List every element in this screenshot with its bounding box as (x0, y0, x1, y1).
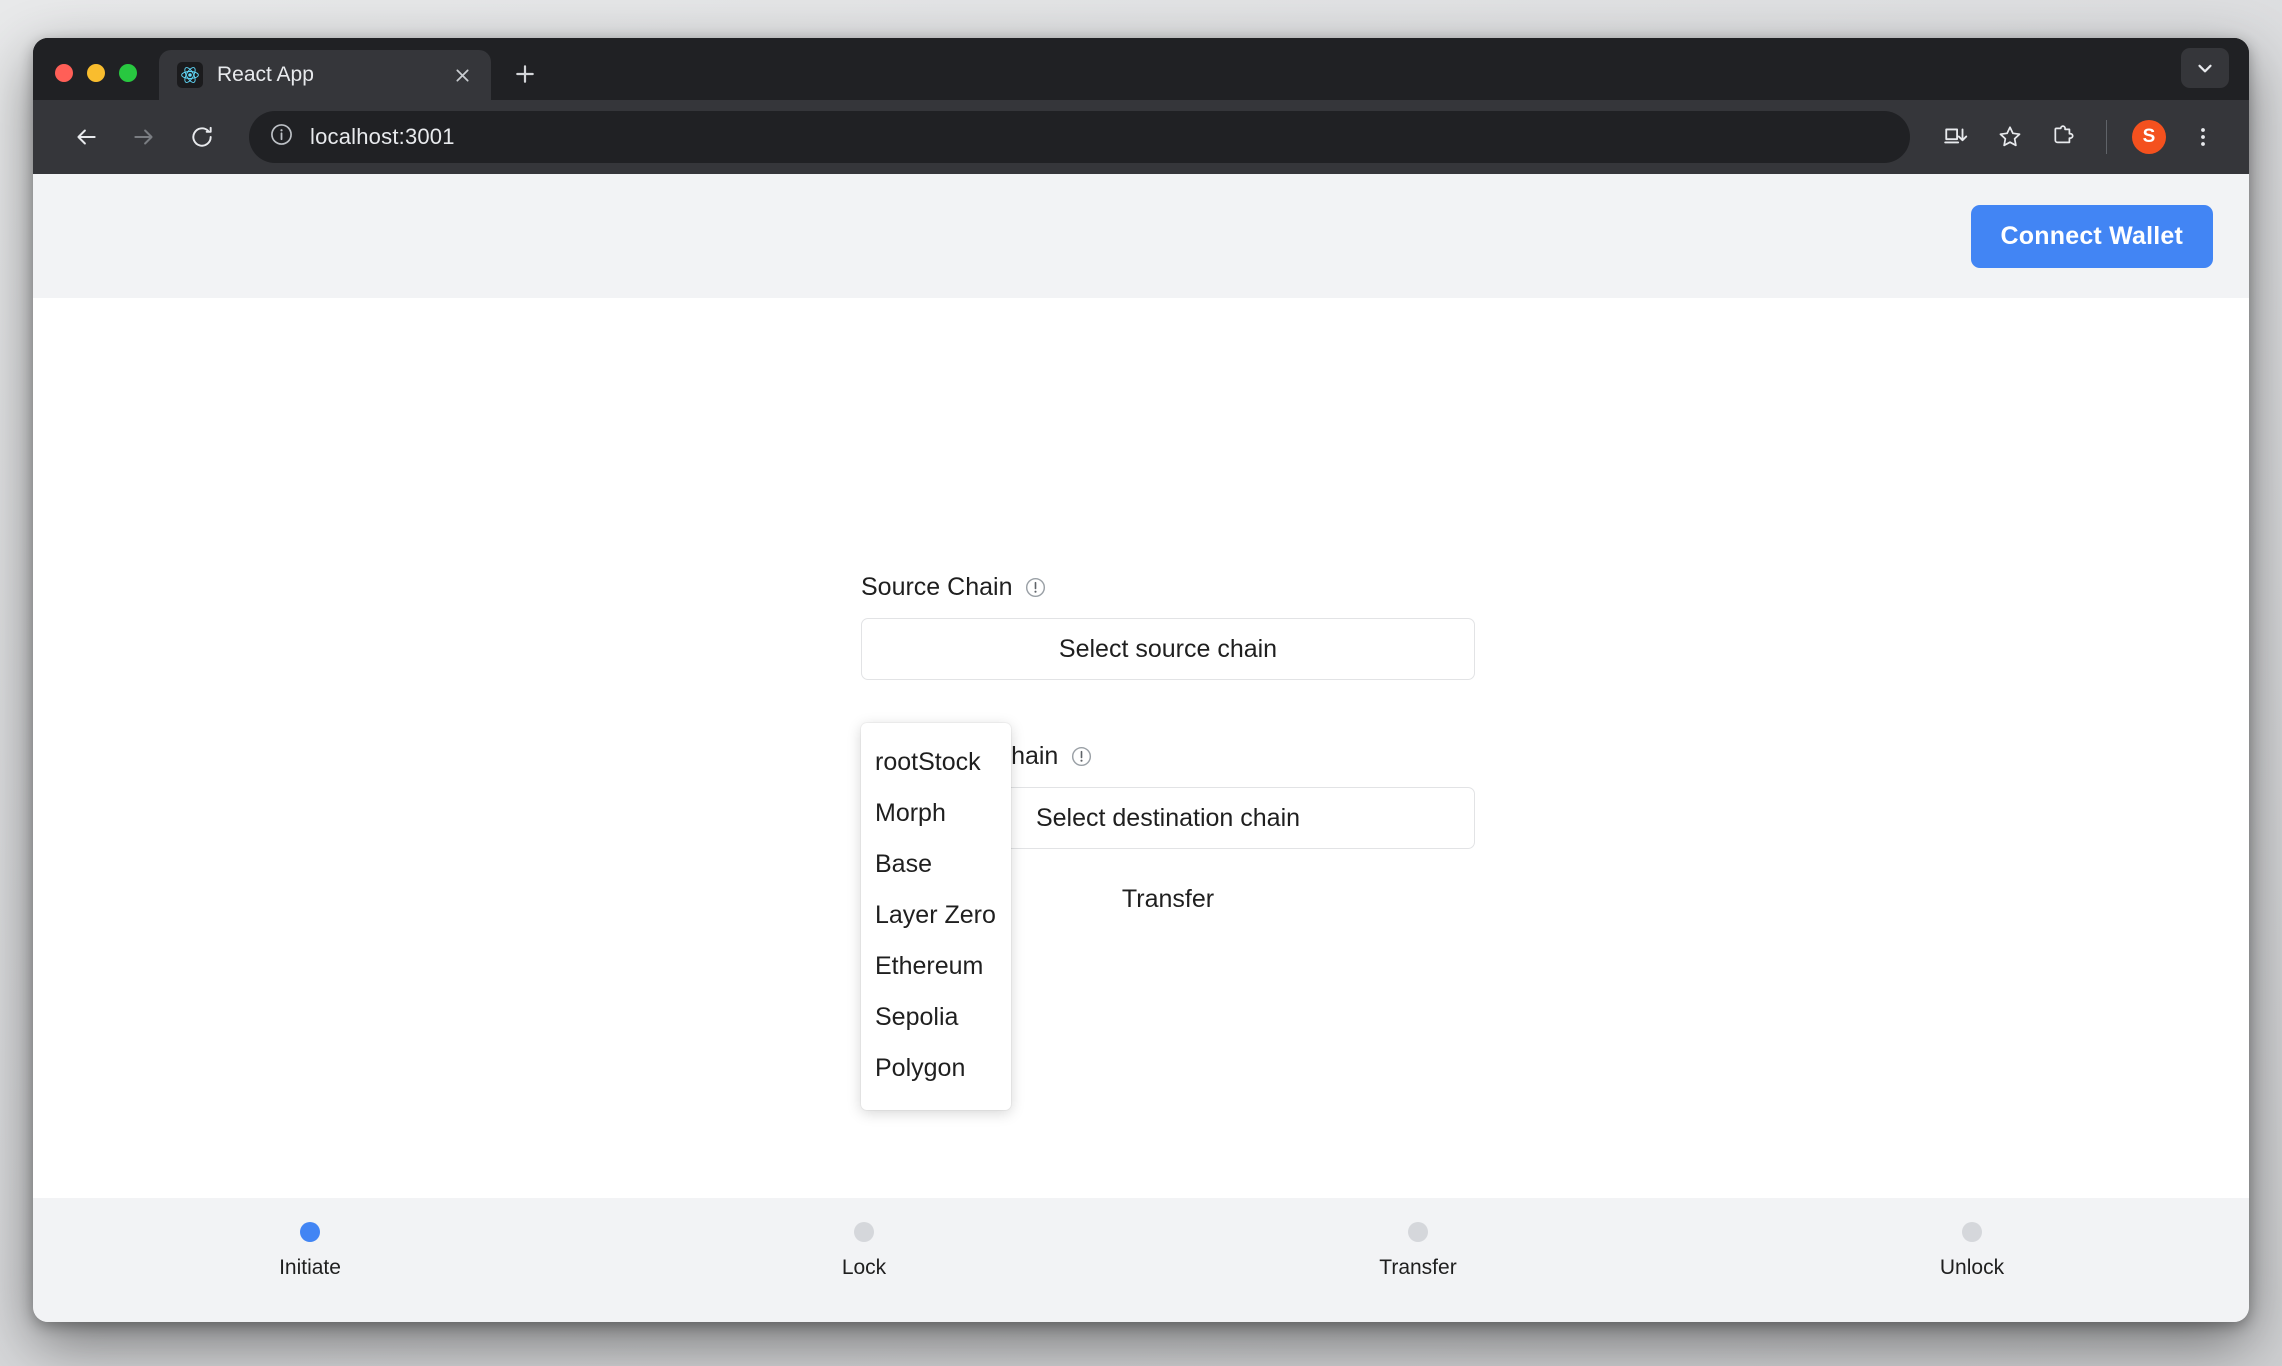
address-bar-url: localhost:3001 (310, 124, 455, 149)
browser-tab-strip: React App (33, 38, 2249, 100)
extensions-puzzle-icon[interactable] (2040, 113, 2088, 161)
address-bar[interactable]: localhost:3001 (249, 111, 1910, 163)
step-dot-icon (1962, 1222, 1982, 1242)
app-main-content: Source Chain Select source chain Destina… (33, 298, 2249, 1198)
dropdown-option-base[interactable]: Base (861, 839, 1011, 890)
progress-stepper: Initiate Lock Transfer Unlock (33, 1198, 2249, 1322)
step-label: Lock (841, 1256, 887, 1279)
alert-circle-icon[interactable] (1024, 576, 1047, 599)
step-unlock[interactable]: Unlock (1695, 1222, 2249, 1280)
app-header: Connect Wallet (33, 174, 2249, 298)
browser-window: React App localhost:3001 S Connect Walle… (33, 38, 2249, 1322)
connect-wallet-button[interactable]: Connect Wallet (1970, 204, 2213, 268)
reload-icon[interactable] (177, 112, 227, 162)
plus-icon[interactable] (501, 50, 549, 98)
toolbar-divider (2106, 120, 2107, 154)
install-app-icon[interactable] (1932, 113, 1980, 161)
dropdown-option-layer-zero[interactable]: Layer Zero (861, 890, 1011, 941)
step-dot-icon (300, 1222, 320, 1242)
window-traffic-lights (55, 64, 137, 100)
three-dot-menu-icon[interactable] (2179, 113, 2227, 161)
step-lock[interactable]: Lock (587, 1222, 1141, 1280)
step-label: Unlock (1939, 1256, 2005, 1279)
browser-tab-react-app[interactable]: React App (159, 50, 491, 100)
chevron-down-icon[interactable] (2181, 48, 2229, 88)
browser-toolbar: localhost:3001 S (33, 100, 2249, 174)
back-arrow-icon[interactable] (61, 112, 111, 162)
page-viewport: Connect Wallet Source Chain Select sourc… (33, 174, 2249, 1322)
source-chain-label: Source Chain (861, 573, 1013, 601)
chain-dropdown-menu: rootStock Morph Base Layer Zero Ethereum… (861, 723, 1011, 1110)
close-window-button[interactable] (55, 64, 73, 82)
bookmark-star-icon[interactable] (1986, 113, 2034, 161)
minimize-window-button[interactable] (87, 64, 105, 82)
step-initiate[interactable]: Initiate (33, 1222, 587, 1280)
info-circle-icon[interactable] (269, 122, 294, 152)
step-label: Transfer (1379, 1256, 1457, 1279)
browser-tab-title: React App (217, 63, 314, 86)
profile-initial: S (2132, 120, 2166, 154)
close-icon[interactable] (449, 62, 475, 88)
dropdown-option-sepolia[interactable]: Sepolia (861, 992, 1011, 1043)
step-transfer[interactable]: Transfer (1141, 1222, 1695, 1280)
avatar[interactable]: S (2125, 113, 2173, 161)
forward-arrow-icon[interactable] (119, 112, 169, 162)
step-label: Initiate (279, 1256, 341, 1279)
react-logo-icon (177, 62, 203, 88)
dropdown-option-ethereum[interactable]: Ethereum (861, 941, 1011, 992)
step-dot-icon (854, 1222, 874, 1242)
source-chain-label-row: Source Chain (861, 573, 1475, 602)
select-source-chain-button[interactable]: Select source chain (861, 618, 1475, 680)
alert-circle-icon[interactable] (1070, 745, 1093, 768)
step-dot-icon (1408, 1222, 1428, 1242)
maximize-window-button[interactable] (119, 64, 137, 82)
transfer-button[interactable]: Transfer (1104, 879, 1232, 920)
dropdown-option-rootstock[interactable]: rootStock (861, 737, 1011, 788)
toolbar-icon-group: S (1932, 113, 2227, 161)
tabstrip-right-controls (2181, 48, 2229, 88)
dropdown-option-polygon[interactable]: Polygon (861, 1043, 1011, 1094)
dropdown-option-morph[interactable]: Morph (861, 788, 1011, 839)
